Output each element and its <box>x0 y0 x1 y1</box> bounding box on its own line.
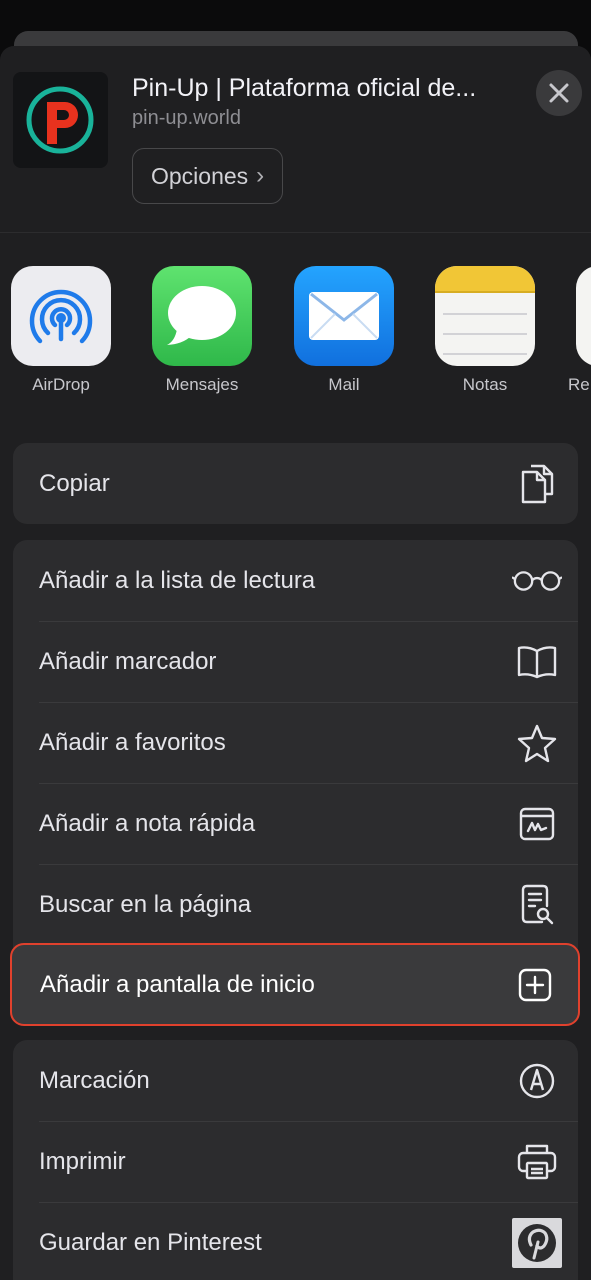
quick-note-row[interactable]: Añadir a nota rápida <box>13 783 578 864</box>
header-divider <box>0 232 591 233</box>
mail-icon <box>294 266 394 366</box>
favorites-row[interactable]: Añadir a favoritos <box>13 702 578 783</box>
close-button[interactable] <box>536 70 582 116</box>
row-label: Guardar en Pinterest <box>39 1228 262 1256</box>
share-header: Pin-Up | Plataforma oficial de... pin-up… <box>0 46 591 232</box>
add-square-icon <box>510 960 560 1010</box>
app-label: Mail <box>328 375 360 394</box>
reading-list-row[interactable]: Añadir a la lista de lectura <box>13 540 578 621</box>
row-label: Añadir a la lista de lectura <box>39 566 316 594</box>
app-label: Notas <box>462 375 508 394</box>
markup-pen-icon <box>512 1056 562 1106</box>
row-label: Añadir marcador <box>39 647 217 675</box>
chevron-right-icon: › <box>256 162 265 189</box>
reminders-icon <box>576 266 591 366</box>
print-row[interactable]: Imprimir <box>13 1121 578 1202</box>
app-row: AirDrop Mensajes Mail Notas Re <box>0 266 591 406</box>
pinup-logo-icon <box>26 86 94 154</box>
row-label: Añadir a pantalla de inicio <box>40 970 315 998</box>
find-in-page-icon <box>512 880 562 930</box>
bookmark-row[interactable]: Añadir marcador <box>13 621 578 702</box>
copy-row[interactable]: Copiar <box>13 443 578 524</box>
app-reminders[interactable]: Re <box>566 266 591 395</box>
glasses-icon <box>512 556 562 606</box>
book-icon <box>512 637 562 687</box>
action-group-copy: Copiar <box>13 443 578 524</box>
printer-icon <box>512 1137 562 1187</box>
find-on-page-row[interactable]: Buscar en la página <box>13 864 578 945</box>
app-label: AirDrop <box>32 375 90 394</box>
site-favicon <box>13 72 108 168</box>
notes-icon <box>435 266 535 366</box>
row-label: Copiar <box>39 469 110 497</box>
row-label: Buscar en la página <box>39 890 252 918</box>
add-to-home-screen-row[interactable]: Añadir a pantalla de inicio <box>10 943 580 1026</box>
app-mail[interactable]: Mail <box>284 266 404 395</box>
app-airdrop[interactable]: AirDrop <box>1 266 121 395</box>
page-title: Pin-Up | Plataforma oficial de... <box>132 74 477 102</box>
row-label: Marcación <box>39 1066 150 1094</box>
app-label: Re <box>568 375 590 394</box>
action-group-more: Marcación Imprimir Guardar en Pinterest <box>13 1040 578 1280</box>
quick-note-icon <box>512 799 562 849</box>
page-url: pin-up.world <box>132 107 241 129</box>
airdrop-icon <box>11 266 111 366</box>
pinterest-row[interactable]: Guardar en Pinterest <box>13 1202 578 1280</box>
app-messages[interactable]: Mensajes <box>142 266 262 395</box>
row-label: Añadir a favoritos <box>39 728 226 756</box>
row-label: Imprimir <box>39 1147 126 1175</box>
pinterest-icon <box>512 1217 562 1268</box>
app-notes[interactable]: Notas <box>425 266 545 395</box>
options-button[interactable]: Opciones › <box>132 148 284 204</box>
star-icon <box>512 718 562 768</box>
row-label: Añadir a nota rápida <box>39 809 256 837</box>
app-label: Mensajes <box>165 375 239 394</box>
markup-row[interactable]: Marcación <box>13 1040 578 1121</box>
messages-icon <box>152 266 252 366</box>
close-icon <box>549 83 569 103</box>
copy-icon <box>512 459 562 509</box>
share-sheet: Pin-Up | Plataforma oficial de... pin-up… <box>0 46 591 1280</box>
options-label: Opciones <box>151 162 249 189</box>
